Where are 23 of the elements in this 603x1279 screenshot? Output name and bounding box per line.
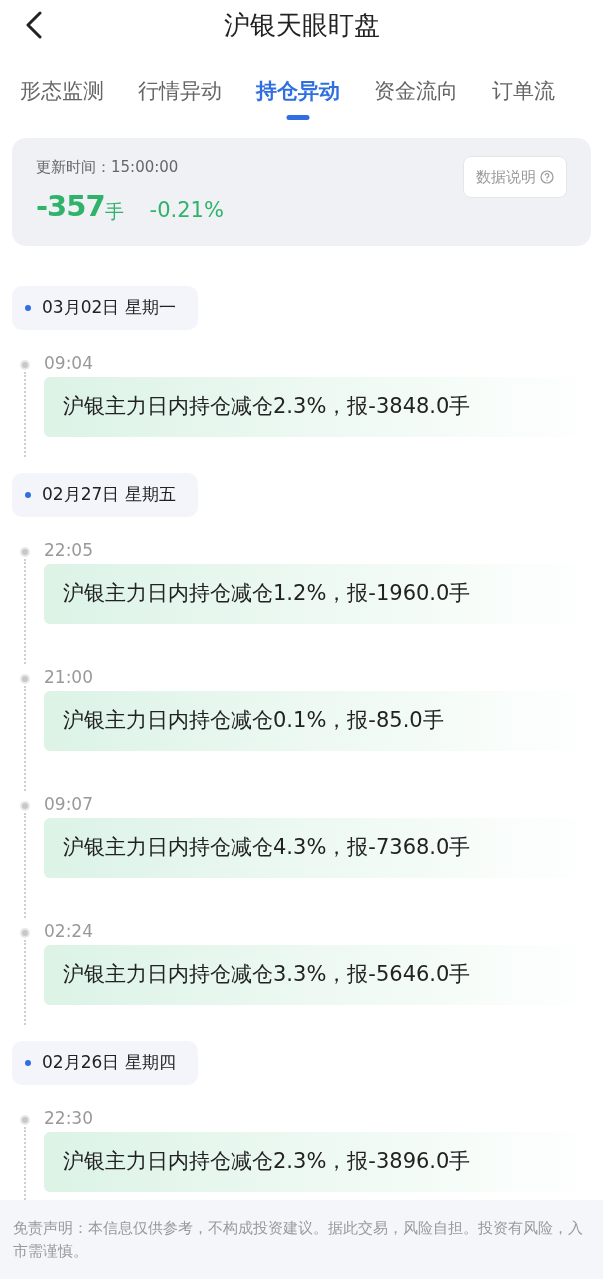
position-change-percent: -0.21% [149,196,224,224]
help-icon [540,170,554,184]
position-change-value: -357 [36,187,105,225]
event-time: 02:24 [44,920,94,943]
event-time: 09:07 [44,793,94,816]
back-icon[interactable] [24,11,44,39]
event-time: 21:00 [44,666,94,689]
event-time: 22:05 [44,539,94,562]
data-info-button[interactable]: 数据说明 [463,156,567,198]
update-time: 更新时间：15:00:00 [36,157,179,178]
date-header: 02月26日 星期四 [12,1041,198,1085]
event-time: 22:30 [44,1107,94,1130]
tab[interactable]: 订单流 [492,76,555,120]
position-change-unit: 手 [104,199,124,224]
tab[interactable]: 持仓异动 [256,76,340,120]
tab[interactable]: 形态监测 [20,76,104,120]
date-header: 03月02日 星期一 [12,286,198,330]
tab[interactable]: 资金流向 [374,76,458,120]
disclaimer-text: 免责声明：本信息仅供参考，不构成投资建议。据此交易，风险自担。投资有风险，入市需谨慎。 [13,1218,584,1262]
tab[interactable]: 行情异动 [138,76,222,120]
event-time: 09:04 [44,352,94,375]
date-header: 02月27日 星期五 [12,473,198,517]
page-title: 沪银天眼盯盘 [223,9,380,42]
